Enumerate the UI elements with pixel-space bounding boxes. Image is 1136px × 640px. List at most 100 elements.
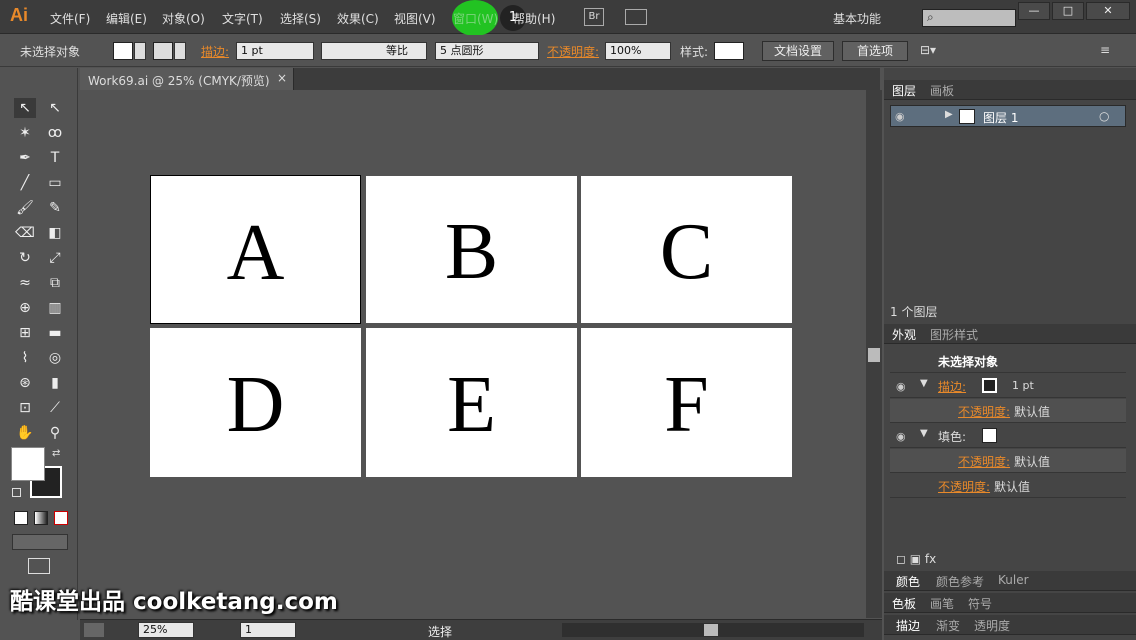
fill-visibility-icon[interactable]: ◉	[896, 430, 910, 443]
layer-row[interactable]: ◉ ▶ 图层 1 ○	[890, 105, 1126, 127]
stroke-opacity-label[interactable]: 不透明度:	[958, 403, 1010, 420]
pen-tool-icon[interactable]: ✒	[14, 148, 36, 168]
document-tab[interactable]: Work69.ai @ 25% (CMYK/预览) ×	[80, 68, 294, 90]
opacity-label[interactable]: 不透明度:	[547, 43, 599, 60]
fill-dropdown[interactable]	[134, 42, 146, 60]
menu-select[interactable]: 选择(S)	[280, 10, 321, 27]
graph-tool-icon[interactable]: ▮	[44, 373, 66, 393]
target-circle-icon[interactable]: ○	[1099, 109, 1109, 123]
appearance-stroke-opacity-row[interactable]: 不透明度: 默认值	[890, 399, 1126, 423]
tab-graphic-styles[interactable]: 图形样式	[930, 326, 978, 343]
menu-help[interactable]: 帮助(H)	[513, 10, 555, 27]
workspace-switcher[interactable]: 基本功能	[833, 10, 881, 27]
menu-object[interactable]: 对象(O)	[162, 10, 205, 27]
tab-color-guide[interactable]: 颜色参考	[936, 573, 984, 590]
artboard-a[interactable]: A	[150, 175, 361, 324]
style-swatch[interactable]	[714, 42, 744, 60]
eraser-icon[interactable]: ◧	[44, 223, 66, 243]
status-icon[interactable]	[84, 623, 104, 637]
artboard-e[interactable]: E	[366, 328, 577, 477]
tab-transparency[interactable]: 透明度	[974, 617, 1010, 634]
align-icon[interactable]: ⊟▾	[920, 43, 936, 57]
stroke-swatch[interactable]	[153, 42, 173, 60]
tab-gradient[interactable]: 渐变	[936, 617, 960, 634]
none-mode-icon[interactable]	[54, 511, 68, 525]
hand-tool-icon[interactable]: ✋	[14, 423, 36, 443]
stroke-label[interactable]: 描边:	[201, 43, 229, 60]
line-tool-icon[interactable]: ╱	[14, 173, 36, 193]
tab-close-icon[interactable]: ×	[277, 71, 287, 85]
gradient-tool-icon[interactable]: ▬	[44, 323, 66, 343]
preferences-button[interactable]: 首选项	[842, 41, 908, 61]
rotate-tool-icon[interactable]: ↻	[14, 248, 36, 268]
fill-expand-icon[interactable]: ▼	[920, 428, 928, 439]
zoom-field[interactable]: 25%	[138, 622, 194, 638]
fill-color-box[interactable]	[11, 447, 45, 481]
tab-color[interactable]: 颜色	[896, 573, 920, 590]
menu-edit[interactable]: 编辑(E)	[106, 10, 147, 27]
appearance-stroke-label[interactable]: 描边:	[938, 378, 966, 395]
screen-mode-icon[interactable]	[28, 558, 50, 574]
vertical-scrollbar[interactable]	[866, 90, 882, 618]
blend-tool-icon[interactable]: ◎	[44, 348, 66, 368]
object-opacity-label[interactable]: 不透明度:	[938, 478, 990, 495]
mesh-tool-icon[interactable]: ⊞	[14, 323, 36, 343]
width-tool-icon[interactable]: ≈	[14, 273, 36, 293]
bridge-button[interactable]: Br	[584, 8, 604, 26]
artboard-c[interactable]: C	[581, 176, 792, 323]
default-colors-icon[interactable]	[12, 488, 21, 497]
slice-tool-icon[interactable]: ⟋	[44, 398, 66, 418]
magic-wand-icon[interactable]: ✶	[14, 123, 36, 143]
paintbrush-icon[interactable]: 🖌	[14, 198, 36, 218]
search-input[interactable]: ⌕	[922, 9, 1016, 27]
menu-type[interactable]: 文字(T)	[222, 10, 263, 27]
tab-appearance[interactable]: 外观	[892, 326, 916, 343]
perspective-grid-icon[interactable]: ▥	[44, 298, 66, 318]
fill-opacity-label[interactable]: 不透明度:	[958, 453, 1010, 470]
shape-builder-icon[interactable]: ⊕	[14, 298, 36, 318]
close-button[interactable]: ✕	[1086, 2, 1130, 20]
stroke-expand-icon[interactable]: ▼	[920, 378, 928, 389]
free-transform-icon[interactable]: ⧉	[44, 273, 66, 293]
tab-layers[interactable]: 图层	[892, 82, 916, 99]
menu-view[interactable]: 视图(V)	[394, 10, 436, 27]
tab-artboards[interactable]: 画板	[930, 82, 954, 99]
tab-swatches[interactable]: 色板	[892, 595, 916, 612]
appearance-stroke-row[interactable]: ◉ ▼ 描边: 1 pt	[890, 374, 1126, 398]
tab-brushes[interactable]: 画笔	[930, 595, 954, 612]
appearance-fill-row[interactable]: ◉ ▼ 填色:	[890, 424, 1126, 448]
stroke-weight-field[interactable]: 1 pt	[236, 42, 314, 60]
expand-arrow-icon[interactable]: ▶	[945, 109, 953, 120]
h-scroll-thumb[interactable]	[704, 624, 718, 636]
artboard-d[interactable]: D	[150, 328, 361, 477]
horizontal-scrollbar[interactable]	[562, 623, 864, 637]
fx-icon[interactable]: ◻ ▣ fx	[896, 552, 936, 566]
artboard-f[interactable]: F	[581, 328, 792, 477]
selection-tool-icon[interactable]: ↖	[14, 98, 36, 118]
visibility-eye-icon[interactable]: ◉	[895, 110, 909, 123]
arrange-docs-icon[interactable]	[625, 9, 647, 25]
eyedropper-icon[interactable]: ⌇	[14, 348, 36, 368]
tab-kuler[interactable]: Kuler	[998, 573, 1029, 587]
tab-symbols[interactable]: 符号	[968, 595, 992, 612]
rectangle-tool-icon[interactable]: ▭	[44, 173, 66, 193]
fill-swatch-mini[interactable]	[982, 428, 997, 443]
menu-effect[interactable]: 效果(C)	[337, 10, 379, 27]
gradient-mode-icon[interactable]	[34, 511, 48, 525]
panel-menu-icon[interactable]: ≡	[1100, 43, 1110, 57]
artboard-tool-icon[interactable]: ⊡	[14, 398, 36, 418]
stroke-dropdown[interactable]	[174, 42, 186, 60]
canvas[interactable]: A B C D E F	[80, 90, 866, 618]
direct-selection-tool-icon[interactable]: ↖	[44, 98, 66, 118]
layer-name[interactable]: 图层 1	[983, 109, 1018, 126]
minimize-button[interactable]: —	[1018, 2, 1050, 20]
lasso-icon[interactable]: ꝏ	[44, 123, 66, 143]
scroll-thumb[interactable]	[868, 348, 880, 362]
scale-tool-icon[interactable]: ⤢	[44, 248, 66, 268]
appearance-opacity-row[interactable]: 不透明度: 默认值	[890, 474, 1126, 498]
document-setup-button[interactable]: 文档设置	[762, 41, 834, 61]
artboard-nav-field[interactable]: 1	[240, 622, 296, 638]
fill-swatch[interactable]	[113, 42, 133, 60]
color-mode-icon[interactable]	[14, 511, 28, 525]
appearance-fill-opacity-row[interactable]: 不透明度: 默认值	[890, 449, 1126, 473]
